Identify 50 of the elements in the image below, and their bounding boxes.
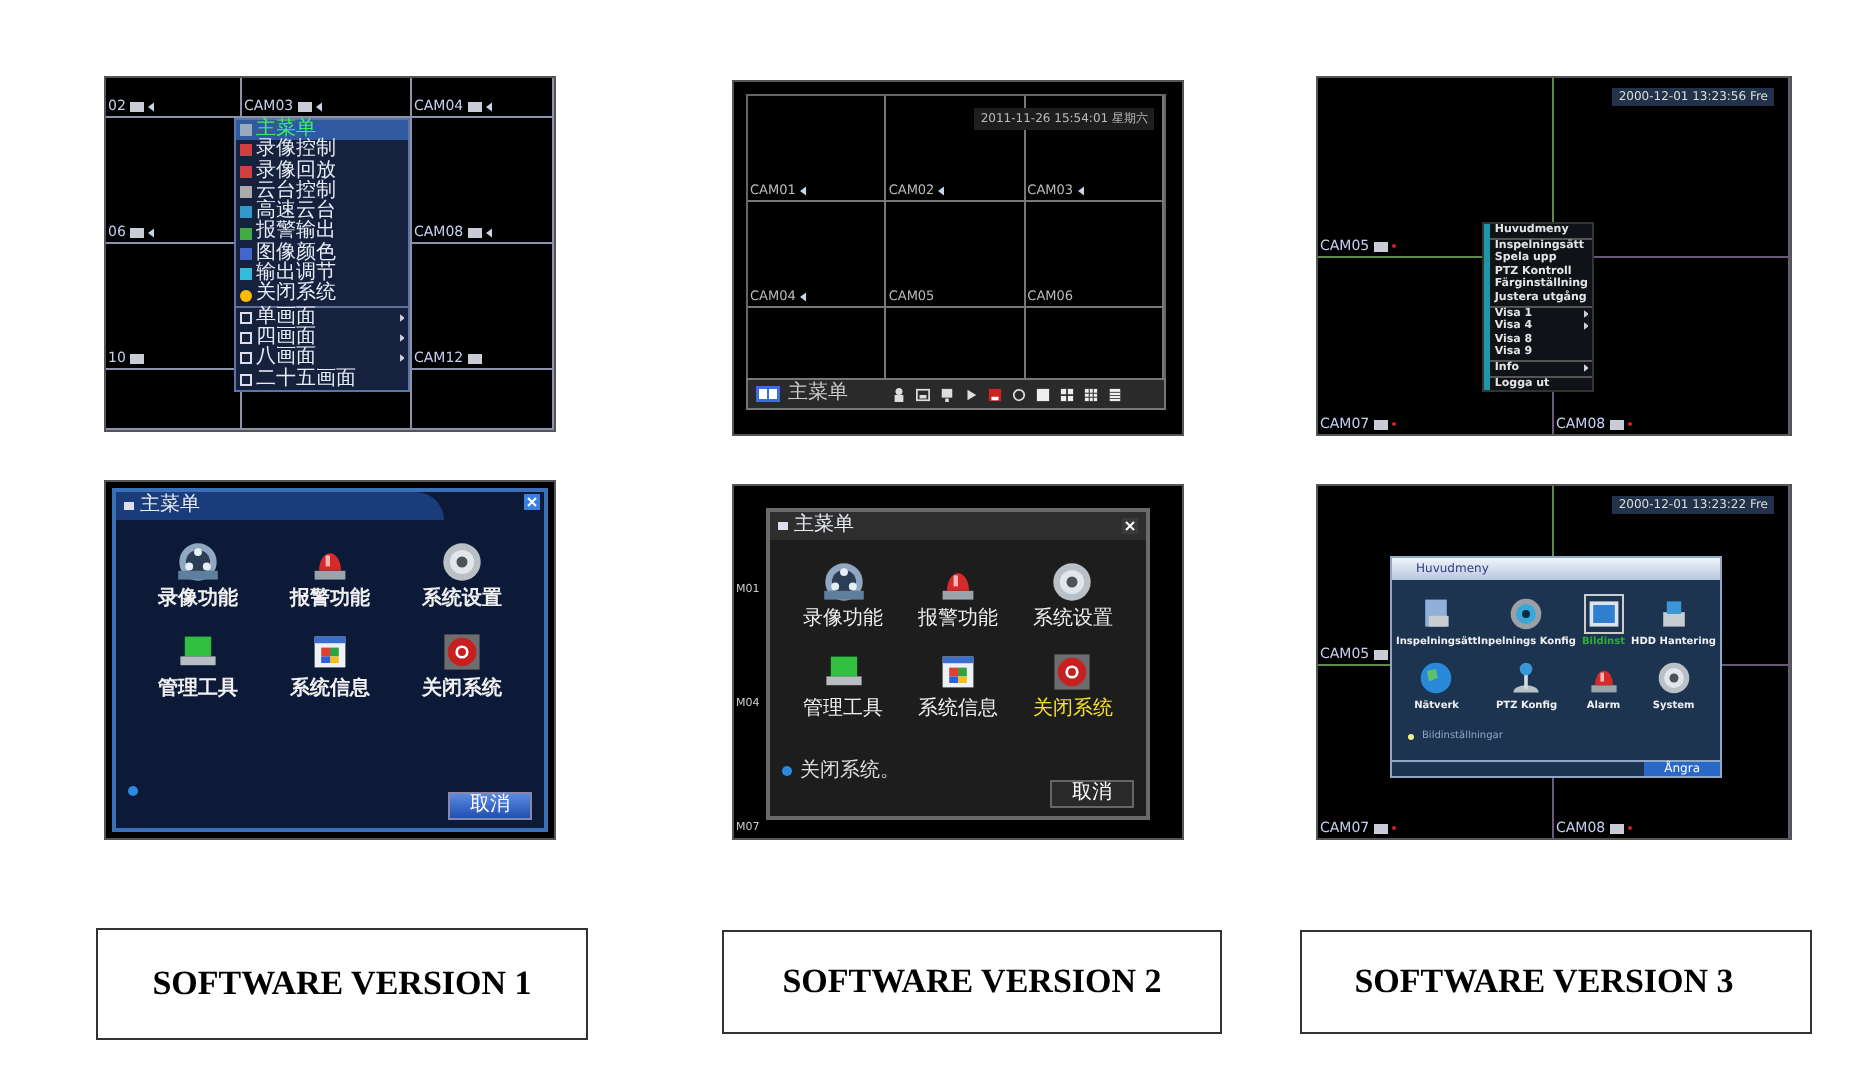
menu-item[interactable]: 录像回放 — [236, 161, 408, 182]
menu-tile[interactable]: 系统设置 — [396, 536, 528, 614]
cancel-button[interactable]: 取消 — [448, 792, 532, 820]
info-icon — [782, 765, 792, 775]
menu-tile[interactable]: 关闭系统 — [1015, 646, 1130, 724]
menu-tile[interactable]: 系统信息 — [264, 626, 396, 704]
dialog-title: 主菜单 — [140, 496, 200, 516]
list-view-icon[interactable] — [1108, 387, 1122, 401]
info-icon — [128, 786, 138, 796]
info-text: 关闭系统。 — [800, 757, 900, 784]
menu-tile[interactable]: 管理工具 — [132, 626, 264, 704]
menu-tile[interactable]: 报警功能 — [900, 556, 1016, 634]
globe-icon — [1418, 660, 1455, 696]
record-icon[interactable] — [988, 387, 1002, 401]
menu-item[interactable]: 单画面 — [236, 307, 408, 328]
main-menu-button[interactable]: 主菜单 — [788, 384, 848, 404]
monitor-icon[interactable] — [940, 387, 954, 401]
menu-item[interactable]: 录像控制 — [236, 140, 408, 162]
menu-tile[interactable]: 管理工具 — [786, 646, 901, 724]
menu-tile[interactable]: 录像功能 — [786, 556, 901, 634]
info-icon — [1408, 733, 1414, 739]
play-icon[interactable] — [964, 387, 978, 401]
person-icon[interactable] — [892, 387, 906, 401]
circle-icon[interactable] — [1012, 387, 1026, 401]
menu-item[interactable]: 关闭系统 — [236, 284, 408, 306]
menu-tile[interactable]: 关闭系统 — [396, 626, 528, 704]
nine-grid-icon[interactable] — [1084, 387, 1098, 401]
cancel-button[interactable]: 取消 — [1050, 780, 1134, 808]
dialog-title: 主菜单 — [794, 516, 854, 536]
menu-tile[interactable]: 报警功能 — [264, 536, 396, 614]
version-caption: SOFTWARE VERSION 3 — [1300, 930, 1812, 1034]
version-caption: SOFTWARE VERSION 2 — [722, 930, 1222, 1034]
menu-item[interactable]: 四画面 — [236, 327, 408, 349]
menu-item[interactable]: 二十五画面 — [236, 369, 408, 390]
menu-tile[interactable]: 系统信息 — [900, 646, 1016, 724]
window-icon — [778, 522, 788, 530]
menu-item[interactable]: 八画面 — [236, 348, 408, 370]
window-icon — [124, 502, 134, 510]
menu-tile[interactable]: 录像功能 — [132, 536, 264, 614]
split-screen-icon[interactable] — [756, 386, 780, 402]
film-reel-icon — [821, 560, 866, 604]
single-view-icon[interactable] — [1036, 387, 1050, 401]
four-grid-icon[interactable] — [1060, 387, 1074, 401]
picture-frame-icon[interactable] — [916, 387, 930, 401]
version-caption: SOFTWARE VERSION 1 — [96, 928, 588, 1040]
menu-item[interactable]: 报警输出 — [236, 222, 408, 244]
close-icon[interactable] — [1122, 518, 1138, 534]
film-reel-icon — [176, 540, 220, 584]
menu-tile[interactable]: 系统设置 — [1015, 556, 1130, 634]
lens-icon — [1508, 596, 1545, 632]
